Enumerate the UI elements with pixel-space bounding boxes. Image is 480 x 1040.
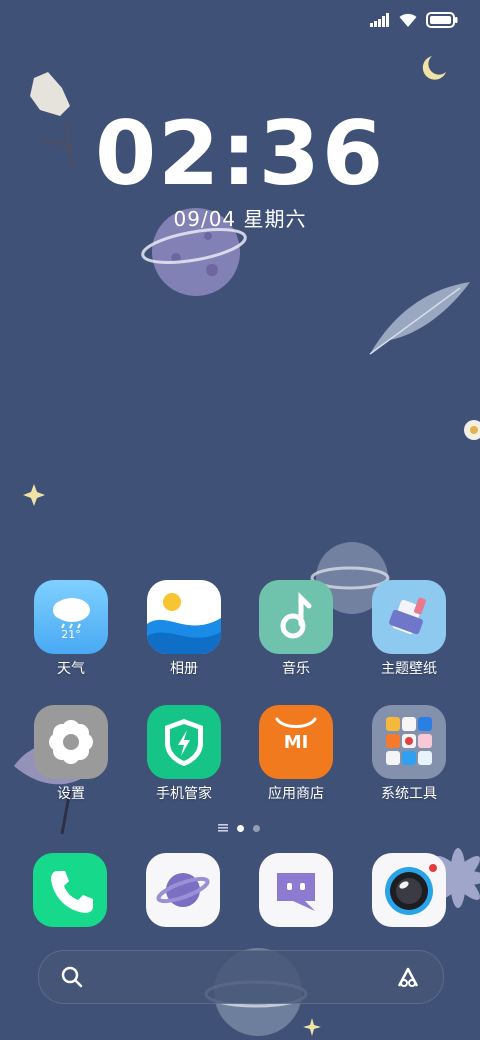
app-label: 天气 xyxy=(57,661,85,677)
battery-icon xyxy=(426,12,458,28)
page-dot-active xyxy=(237,824,244,832)
themes-icon xyxy=(372,580,446,654)
dock-messages[interactable] xyxy=(259,853,333,927)
app-security[interactable]: 手机管家 xyxy=(129,705,239,803)
app-music[interactable]: 音乐 xyxy=(241,580,351,678)
browser-icon xyxy=(156,873,210,907)
dock-phone[interactable] xyxy=(33,853,107,927)
page-indicator[interactable] xyxy=(218,824,260,832)
tools-folder-icon xyxy=(372,705,446,779)
app-store[interactable]: MI 应用商店 xyxy=(241,705,351,803)
weather-icon: 21° xyxy=(34,580,108,654)
signal-icon xyxy=(370,13,389,27)
app-themes[interactable]: 主题壁纸 xyxy=(354,580,464,678)
list-view-icon xyxy=(218,824,228,832)
settings-icon xyxy=(34,705,108,779)
phone-icon xyxy=(51,871,93,913)
assistant-icon[interactable] xyxy=(395,966,421,988)
app-gallery[interactable]: 相册 xyxy=(129,580,239,678)
clock-date: 09/04 星期六 xyxy=(173,207,307,231)
app-label: 音乐 xyxy=(282,661,310,677)
app-store-icon: MI xyxy=(259,705,333,779)
app-label: 相册 xyxy=(170,661,198,677)
search-bar[interactable] xyxy=(38,950,444,1004)
weather-temp: 21° xyxy=(61,628,81,641)
clock-time: 02:36 xyxy=(94,102,386,205)
app-weather[interactable]: 21° 天气 xyxy=(16,580,126,678)
app-label: 系统工具 xyxy=(381,786,437,802)
music-icon xyxy=(259,580,333,654)
dock-browser[interactable] xyxy=(146,853,220,927)
app-label: 主题壁纸 xyxy=(381,661,437,677)
app-settings[interactable]: 设置 xyxy=(16,705,126,803)
search-icon[interactable] xyxy=(61,966,83,988)
store-mark: MI xyxy=(283,732,309,753)
app-label: 设置 xyxy=(57,786,85,802)
app-label: 手机管家 xyxy=(156,786,212,802)
security-icon xyxy=(147,705,221,779)
wifi-icon xyxy=(399,13,417,27)
dock-camera[interactable] xyxy=(372,853,446,927)
camera-icon xyxy=(385,864,437,915)
page-dot xyxy=(253,824,260,832)
app-label: 应用商店 xyxy=(268,786,324,802)
status-bar xyxy=(370,10,458,30)
gallery-icon xyxy=(147,580,221,654)
app-tools-folder[interactable]: 系统工具 xyxy=(354,705,464,803)
messages-icon xyxy=(277,873,315,911)
